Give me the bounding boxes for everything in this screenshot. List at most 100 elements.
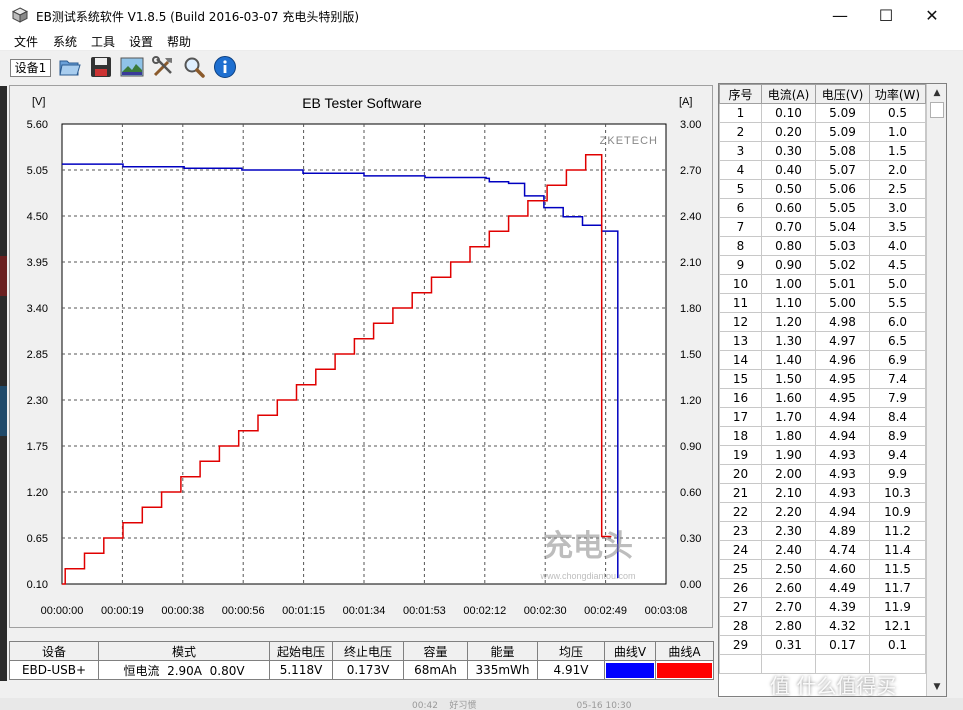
save-icon[interactable] [89,55,113,79]
row-current: 0.60 [761,198,816,218]
row-index: 26 [719,578,762,598]
y-right-tick-label: 0.00 [680,579,701,591]
row-index: 15 [719,369,762,389]
row-index: 10 [719,274,762,294]
menu-settings[interactable]: 设置 [129,33,153,50]
table-row[interactable]: 6 0.60 5.05 3.0 [719,198,926,218]
table-row[interactable]: 28 2.80 4.32 12.1 [719,616,926,636]
y-left-tick-label: 2.30 [27,395,48,407]
table-row[interactable]: 25 2.50 4.60 11.5 [719,559,926,579]
x-tick-label: 00:02:12 [463,605,506,617]
table-row[interactable]: 16 1.60 4.95 7.9 [719,388,926,408]
x-tick-label: 00:00:56 [222,605,265,617]
tools-icon[interactable] [151,55,175,79]
table-row[interactable]: 9 0.90 5.02 4.5 [719,255,926,275]
summary-table: 设备 模式 起始电压 终止电压 容量 能量 均压 曲线V 曲线A EBD-USB… [9,641,714,680]
x-tick-label: 00:02:49 [584,605,627,617]
col-current-header[interactable]: 电流(A) [761,84,816,104]
row-index: 14 [719,350,762,370]
table-row[interactable]: 23 2.30 4.89 11.2 [719,521,926,541]
y-right-tick-label: 2.40 [680,211,701,223]
close-button[interactable]: ✕ [909,0,955,30]
row-current: 1.60 [761,388,816,408]
row-voltage: 4.39 [815,597,870,617]
y-left-tick-label: 1.20 [27,487,48,499]
row-index: 4 [719,160,762,180]
info-icon[interactable] [213,55,237,79]
open-folder-icon[interactable] [58,55,82,79]
curve-v-color-swatch[interactable] [604,660,656,680]
table-row[interactable]: 3 0.30 5.08 1.5 [719,141,926,161]
row-index: 16 [719,388,762,408]
scroll-thumb[interactable] [930,102,944,118]
row-power: 12.1 [869,616,926,636]
y-left-tick-label: 4.50 [27,211,48,223]
table-row[interactable]: 29 0.31 0.17 0.1 [719,635,926,655]
menu-system[interactable]: 系统 [53,33,77,50]
table-row[interactable]: 1 0.10 5.09 0.5 [719,103,926,123]
row-index: 3 [719,141,762,161]
search-icon[interactable] [182,55,206,79]
y-right-tick-label: 0.30 [680,533,701,545]
curve-v-swatch-fill [606,662,654,678]
col-index-header[interactable]: 序号 [719,84,762,104]
table-row[interactable]: 21 2.10 4.93 10.3 [719,483,926,503]
table-row[interactable]: 11 1.10 5.00 5.5 [719,293,926,313]
table-row[interactable]: 15 1.50 4.95 7.4 [719,369,926,389]
table-row[interactable]: 24 2.40 4.74 11.4 [719,540,926,560]
menu-help[interactable]: 帮助 [167,33,191,50]
table-row[interactable]: 19 1.90 4.93 9.4 [719,445,926,465]
summary-start-voltage: 5.118V [269,660,333,680]
table-row[interactable]: 27 2.70 4.39 11.9 [719,597,926,617]
row-index: 7 [719,217,762,237]
menu-tools[interactable]: 工具 [91,33,115,50]
table-row[interactable]: 5 0.50 5.06 2.5 [719,179,926,199]
table-row[interactable]: 20 2.00 4.93 9.9 [719,464,926,484]
curve-a-color-swatch[interactable] [655,660,714,680]
row-current: 1.70 [761,407,816,427]
table-row[interactable]: 13 1.30 4.97 6.5 [719,331,926,351]
y-right-tick-label: 1.80 [680,303,701,315]
row-power: 1.5 [869,141,926,161]
table-row[interactable]: 17 1.70 4.94 8.4 [719,407,926,427]
table-row[interactable]: 7 0.70 5.04 3.5 [719,217,926,237]
table-row[interactable]: 2 0.20 5.09 1.0 [719,122,926,142]
window-title: EB测试系统软件 V1.8.5 (Build 2016-03-07 充电头特别版… [36,10,360,24]
chart-image-icon[interactable] [120,55,144,79]
table-row[interactable]: 4 0.40 5.07 2.0 [719,160,926,180]
row-current: 0.90 [761,255,816,275]
row-power: 2.5 [869,179,926,199]
table-row[interactable]: 12 1.20 4.98 6.0 [719,312,926,332]
row-voltage: 4.60 [815,559,870,579]
table-row[interactable]: 18 1.80 4.94 8.9 [719,426,926,446]
table-scrollbar[interactable]: ▲ ▼ [926,84,946,696]
col-power-header[interactable]: 功率(W) [869,84,926,104]
scroll-up-icon[interactable]: ▲ [929,85,945,101]
summary-mode: 恒电流 2.90A 0.80V [98,660,270,680]
table-row[interactable]: 8 0.80 5.03 4.0 [719,236,926,256]
scroll-down-icon[interactable]: ▼ [929,679,945,695]
summary-end-voltage: 0.173V [332,660,404,680]
table-row[interactable]: 22 2.20 4.94 10.9 [719,502,926,522]
menu-file[interactable]: 文件 [14,33,38,50]
x-tick-label: 00:01:34 [343,605,386,617]
device-tab[interactable]: 设备1 [10,59,51,77]
maximize-button[interactable]: ☐ [863,0,909,30]
summary-start-voltage-header: 起始电压 [269,641,333,661]
row-index: 8 [719,236,762,256]
right-unit-label: [A] [679,96,692,108]
row-voltage: 4.74 [815,540,870,560]
col-voltage-header[interactable]: 电压(V) [815,84,870,104]
row-voltage: 4.95 [815,388,870,408]
minimize-button[interactable]: — [817,0,863,30]
row-voltage: 4.95 [815,369,870,389]
table-row[interactable]: 26 2.60 4.49 11.7 [719,578,926,598]
summary-data-row: EBD-USB+ 恒电流 2.90A 0.80V 5.118V 0.173V 6… [9,660,714,680]
left-unit-label: [V] [32,96,45,108]
y-right-tick-label: 3.00 [680,119,701,131]
table-row[interactable]: 10 1.00 5.01 5.0 [719,274,926,294]
summary-avg-voltage-header: 均压 [537,641,605,661]
row-current: 1.20 [761,312,816,332]
table-row[interactable]: 14 1.40 4.96 6.9 [719,350,926,370]
app-window: EB测试系统软件 V1.8.5 (Build 2016-03-07 充电头特别版… [0,0,963,710]
